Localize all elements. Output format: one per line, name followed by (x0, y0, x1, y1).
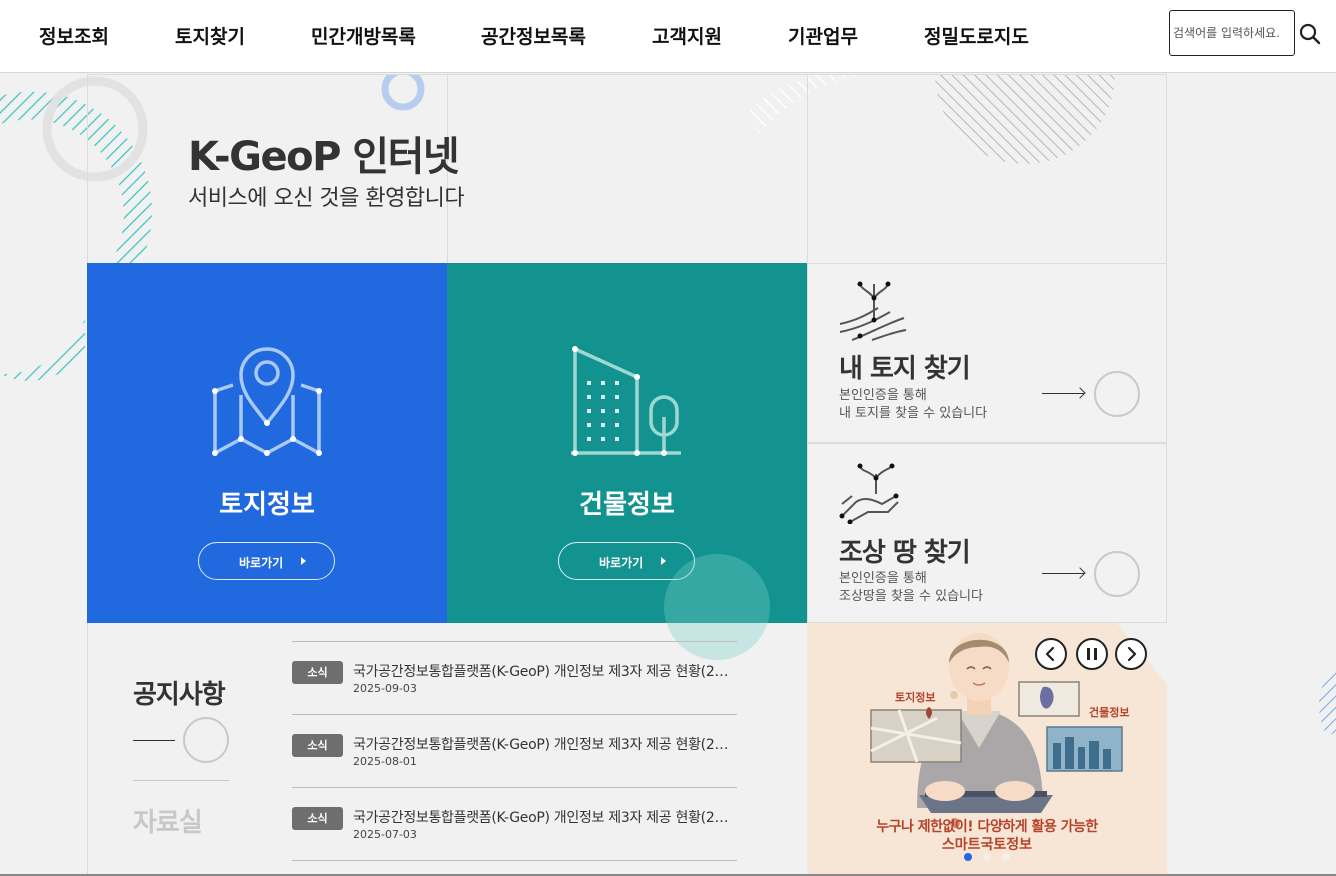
desc-line: 조상땅을 찾을 수 있습니다 (839, 589, 983, 604)
notice-list: 소식 국가공간정보통합플랫폼(K-GeoP) 개인정보 제3자 제공 현황(20… (292, 641, 737, 861)
divider (133, 780, 229, 781)
nav-item-hd-road-map[interactable]: 정밀도로지도 (924, 22, 1029, 49)
nav-item-land-search[interactable]: 토지찾기 (175, 22, 245, 49)
find-my-land-box[interactable]: 내 토지 찾기 본인인증을 통해 내 토지를 찾을 수 있습니다 (807, 263, 1167, 443)
building-info-title: 건물정보 (579, 490, 675, 520)
notice-date: 2025-09-03 (353, 682, 417, 695)
main-content: K-GeoP 인터넷 서비스에 오신 것을 환영합니다 토지정보 바로가기 건물… (0, 74, 1336, 876)
banner-pager-dot[interactable] (1002, 853, 1010, 861)
find-my-land-desc: 본인인증을 통해 내 토지를 찾을 수 있습니다 (839, 387, 987, 423)
land-info-card[interactable]: 토지정보 바로가기 (87, 263, 447, 623)
hero-subtitle: 서비스에 오신 것을 환영합니다 (188, 186, 465, 211)
archive-tab[interactable]: 자료실 (133, 802, 203, 839)
grid-cell (447, 74, 808, 264)
chevron-right-icon (1127, 646, 1137, 662)
banner-pager-dot-active[interactable] (964, 853, 972, 861)
arrow-right-icon (133, 740, 175, 741)
banner-caption-strong: 스마트국토정보 (941, 837, 1033, 853)
search-icon[interactable] (1298, 22, 1322, 46)
desc-line: 내 토지를 찾을 수 있습니다 (839, 406, 988, 421)
list-item[interactable]: 소식 국가공간정보통합플랫폼(K-GeoP) 개인정보 제3자 제공 현황(20… (292, 788, 737, 861)
banner-label-building: 건물정보 (1089, 706, 1130, 719)
search-input[interactable] (1170, 11, 1294, 55)
desc-line: 본인인증을 통해 (839, 571, 927, 586)
find-ancestor-land-desc: 본인인증을 통해 조상땅을 찾을 수 있습니다 (839, 570, 983, 606)
building-icon (571, 346, 681, 456)
notice-title[interactable]: 국가공간정보통합플랫폼(K-GeoP) 개인정보 제3자 제공 현황(2025년… (353, 661, 733, 681)
banner-caption: 누구나 제한없이! 다양하게 활용 가능한 (876, 819, 1098, 835)
nav-item-info-lookup[interactable]: 정보조회 (39, 22, 109, 49)
arrow-head (1074, 387, 1086, 399)
notice-title[interactable]: 국가공간정보통합플랫폼(K-GeoP) 개인정보 제3자 제공 현황(2025년… (353, 807, 733, 827)
banner-pause-button[interactable] (1076, 638, 1108, 670)
category-badge: 소식 (292, 661, 343, 684)
find-ancestor-land-title: 조상 땅 찾기 (839, 538, 971, 568)
banner-pager-dot[interactable] (983, 853, 991, 861)
notice-more-button[interactable] (183, 717, 229, 763)
chevron-left-icon (1045, 646, 1055, 662)
find-ancestor-land-box[interactable]: 조상 땅 찾기 본인인증을 통해 조상땅을 찾을 수 있습니다 (807, 443, 1167, 623)
list-item[interactable]: 소식 국가공간정보통합플랫폼(K-GeoP) 개인정보 제3자 제공 현황(20… (292, 715, 737, 788)
notice-title[interactable]: 국가공간정보통합플랫폼(K-GeoP) 개인정보 제3자 제공 현황(2025년… (353, 734, 733, 754)
arrow-head (1074, 567, 1086, 579)
map-pin-icon (212, 347, 322, 456)
category-badge: 소식 (292, 734, 343, 757)
nav-item-agency-work[interactable]: 기관업무 (788, 22, 858, 49)
notice-date: 2025-07-03 (353, 828, 417, 841)
header: 정보조회 토지찾기 민간개방목록 공간정보목록 고객지원 기관업무 정밀도로지도 (0, 0, 1336, 73)
nav-item-customer-support[interactable]: 고객지원 (652, 22, 722, 49)
find-my-land-title: 내 토지 찾기 (839, 354, 971, 384)
land-info-title: 토지정보 (219, 490, 315, 520)
search-box (1169, 10, 1295, 56)
more-circle[interactable] (1094, 551, 1140, 597)
hand-sprout-icon (839, 463, 899, 524)
notice-date: 2025-08-01 (353, 755, 417, 768)
land-info-go-button[interactable]: 바로가기 (198, 542, 335, 580)
banner-label-land: 토지정보 (895, 691, 936, 704)
banner-prev-button[interactable] (1035, 638, 1067, 670)
promo-banner[interactable]: 토지정보 건물정보 누구나 제한없이! 다양하게 활용 가능한 스마트국토정보 (807, 623, 1167, 876)
land-sprout-icon (839, 281, 907, 341)
caret-right-icon (661, 557, 666, 565)
banner-next-button[interactable] (1115, 638, 1147, 670)
category-badge: 소식 (292, 807, 343, 830)
pause-icon (1087, 648, 1097, 660)
nav-item-spatial-info-list[interactable]: 공간정보목록 (481, 22, 586, 49)
go-button-label: 바로가기 (599, 556, 644, 570)
more-circle[interactable] (1094, 371, 1140, 417)
list-item[interactable]: 소식 국가공간정보통합플랫폼(K-GeoP) 개인정보 제3자 제공 현황(20… (292, 642, 737, 715)
hero-title: K-GeoP 인터넷 (188, 134, 460, 180)
nav-item-private-open-list[interactable]: 민간개방목록 (311, 22, 416, 49)
grid-cell (807, 74, 1167, 264)
notice-tab[interactable]: 공지사항 (133, 674, 226, 711)
caret-right-icon (301, 557, 306, 565)
go-button-label: 바로가기 (239, 556, 284, 570)
desc-line: 본인인증을 통해 (839, 388, 927, 403)
